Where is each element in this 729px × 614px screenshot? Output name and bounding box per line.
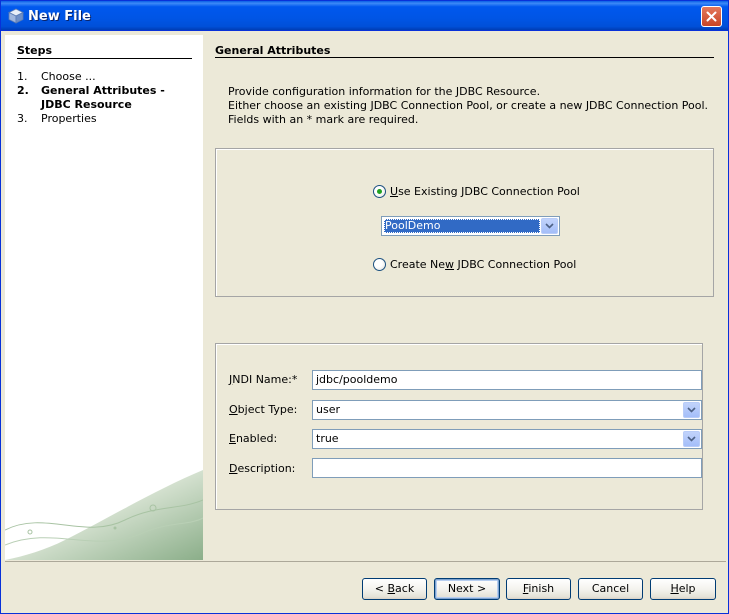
object-type-label: Object Type: (229, 403, 298, 416)
description-line: Either choose an existing JDBC Connectio… (228, 99, 709, 112)
step-label: Properties (41, 112, 97, 125)
step-item: 3. Properties (17, 112, 197, 126)
pool-select-value: PoolDemo (384, 219, 540, 233)
step-item-current: 2. General Attributes - JDBC Resource (17, 84, 197, 112)
steps-divider (17, 58, 192, 59)
step-label: Choose ... (41, 70, 96, 83)
enabled-label: Enabled: (229, 432, 278, 445)
step-number: 3. (17, 112, 28, 125)
create-new-pool-radio[interactable]: Create New JDBC Connection Pool (373, 258, 576, 271)
step-label: General Attributes - JDBC Resource (41, 84, 165, 111)
use-existing-pool-label: Use Existing JDBC Connection Pool (390, 185, 580, 198)
create-new-pool-label: Create New JDBC Connection Pool (390, 258, 577, 271)
steps-list: 1. Choose ... 2. General Attributes - JD… (17, 70, 197, 126)
close-button[interactable] (701, 6, 722, 27)
close-icon (706, 11, 717, 22)
help-button[interactable]: Help (650, 578, 716, 600)
next-button[interactable]: Next > (434, 578, 500, 600)
cancel-button[interactable]: Cancel (578, 578, 643, 600)
use-existing-pool-radio[interactable]: Use Existing JDBC Connection Pool (373, 185, 580, 198)
description-input[interactable] (312, 458, 702, 478)
description-line: Provide configuration information for th… (228, 85, 541, 98)
radio-selected-icon (373, 185, 386, 198)
step-number: 2. (17, 84, 29, 97)
pool-select-dropdown-button[interactable] (541, 218, 558, 234)
chevron-down-icon (687, 436, 696, 442)
back-button[interactable]: < Back (362, 578, 427, 600)
chevron-down-icon (687, 407, 696, 413)
cube-icon (8, 8, 24, 24)
title-divider (215, 57, 714, 58)
object-type-select[interactable]: user (312, 400, 702, 420)
finish-button[interactable]: Finish (506, 578, 571, 600)
steps-heading: Steps (17, 44, 53, 57)
description-label: Description: (229, 462, 296, 475)
jndi-name-label: JNDI Name:* (229, 373, 298, 386)
enabled-dropdown-button[interactable] (683, 431, 700, 447)
enabled-select[interactable]: true (312, 429, 702, 449)
object-type-dropdown-button[interactable] (683, 402, 700, 418)
description-text: Provide configuration information for th… (228, 85, 708, 127)
decorative-swirl-graphic (5, 470, 203, 560)
title-bar[interactable]: New File (1, 1, 728, 31)
step-item: 1. Choose ... (17, 70, 197, 84)
new-file-dialog: New File Steps 1. Choose ... 2. General … (0, 0, 729, 614)
button-bar-divider (5, 561, 726, 562)
description-line: Fields with an * mark are required. (228, 113, 419, 126)
window-title: New File (28, 9, 91, 24)
step-number: 1. (17, 70, 28, 83)
enabled-value: true (316, 432, 339, 445)
chevron-down-icon (545, 223, 554, 229)
jndi-name-input[interactable]: jdbc/pooldemo (312, 370, 702, 390)
pool-select[interactable]: PoolDemo (381, 216, 560, 236)
resource-fields-group (215, 343, 703, 510)
radio-unselected-icon (373, 258, 386, 271)
page-title: General Attributes (215, 44, 331, 57)
object-type-value: user (316, 403, 340, 416)
steps-panel: Steps 1. Choose ... 2. General Attribute… (5, 35, 203, 560)
